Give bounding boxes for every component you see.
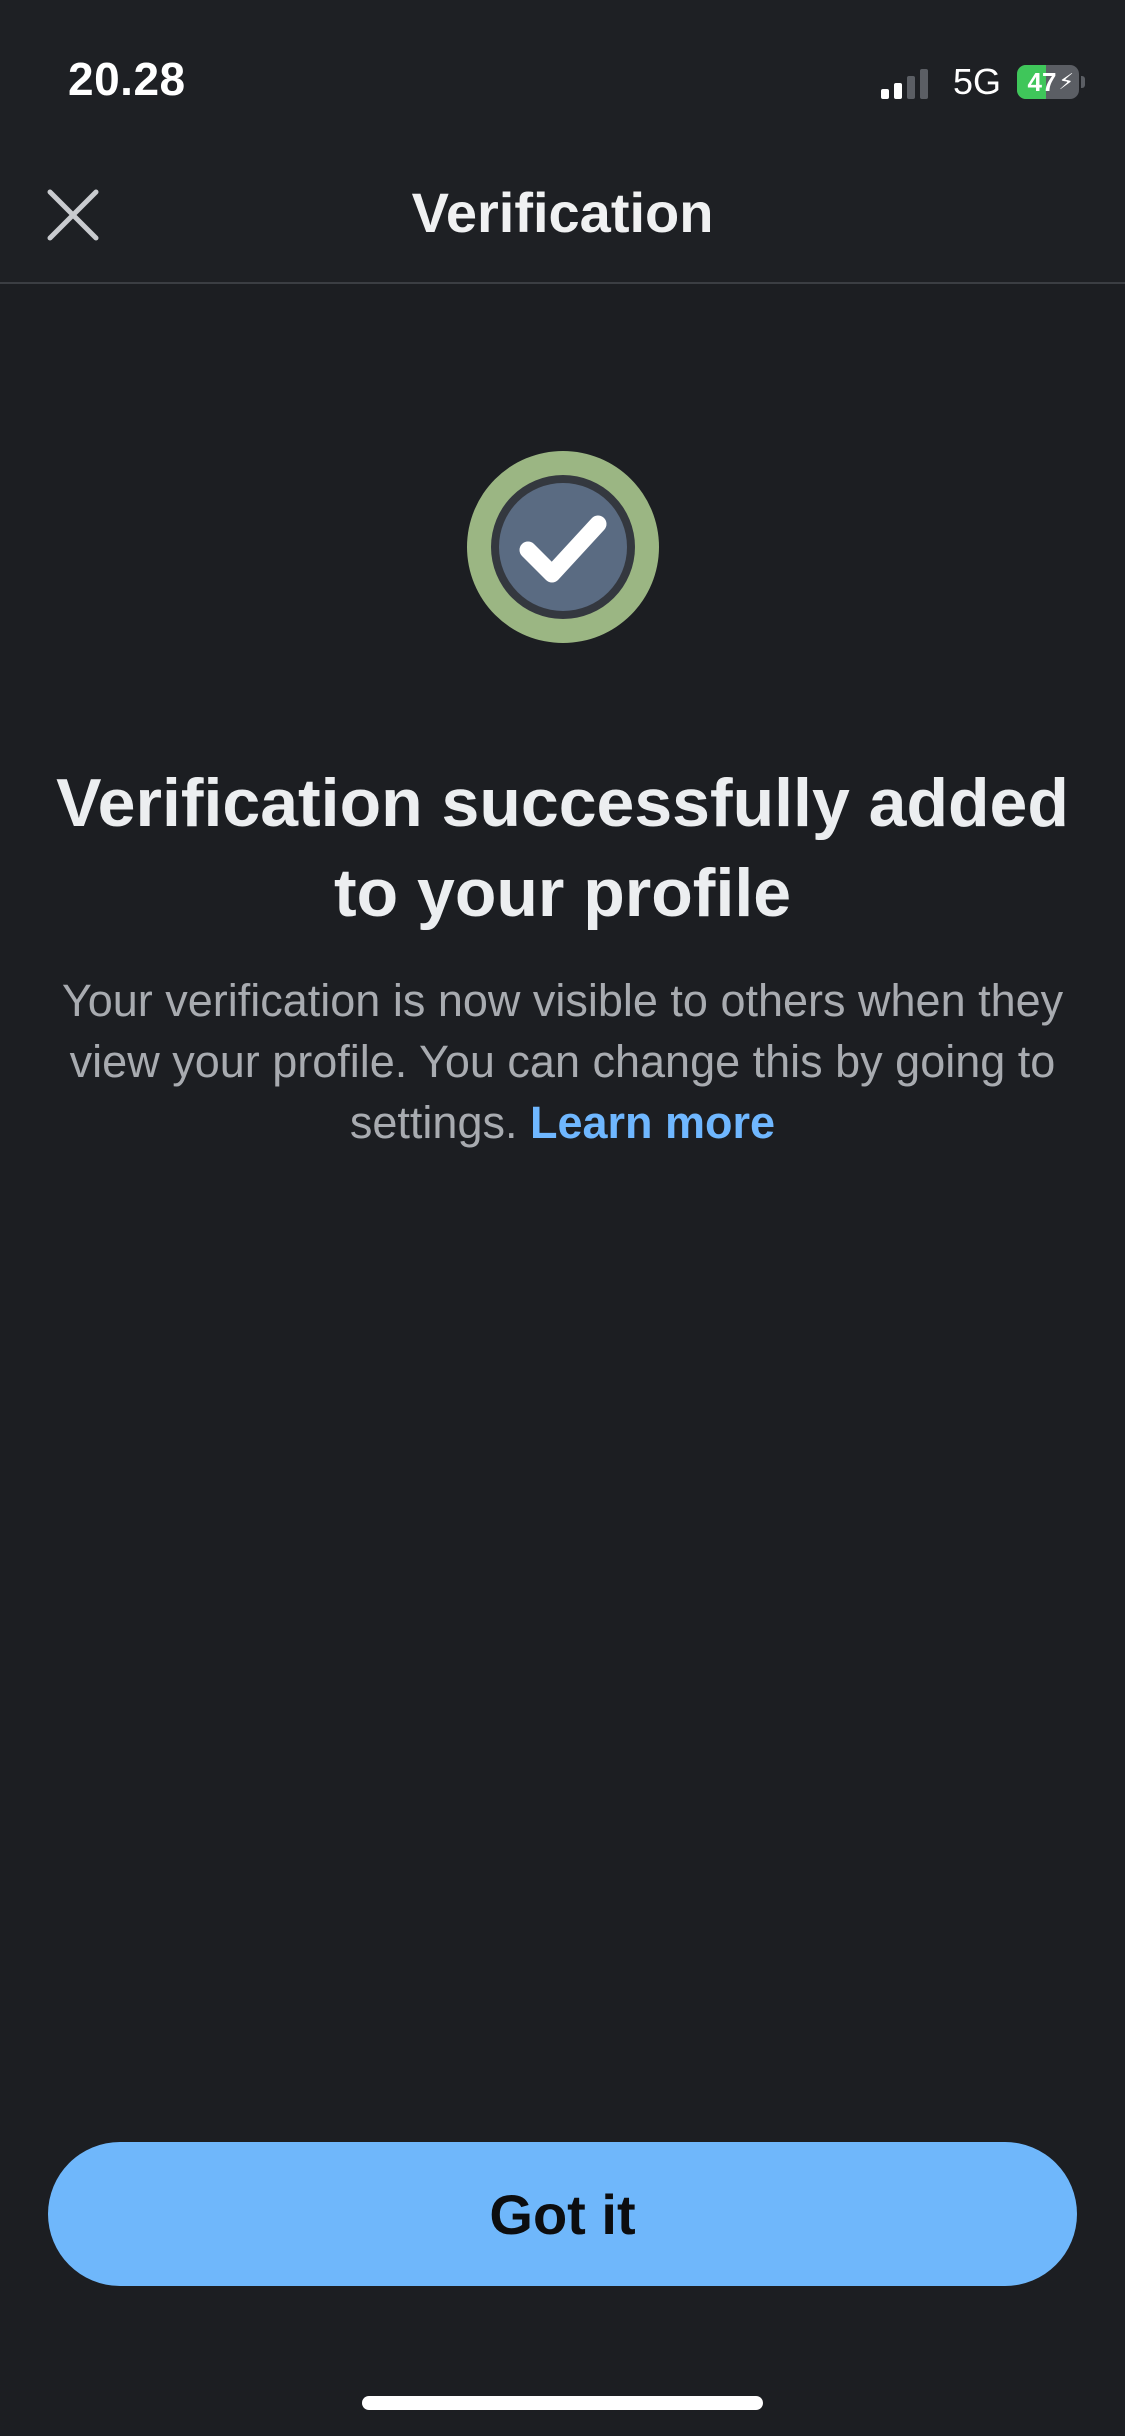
status-time: 20.28 — [68, 53, 186, 105]
battery-icon: 47 ⚡ — [1017, 65, 1079, 99]
page-title: Verification — [411, 181, 714, 244]
status-bar: 20.28 5G 47 ⚡ — [0, 0, 1125, 140]
success-description: Your verification is now visible to othe… — [50, 970, 1075, 1153]
verified-check-icon — [467, 451, 659, 643]
verified-badge — [466, 450, 660, 644]
charging-bolt-icon: ⚡ — [1058, 69, 1074, 94]
home-indicator[interactable] — [362, 2396, 763, 2410]
battery-cap — [1081, 76, 1085, 88]
signal-icon — [880, 65, 933, 99]
success-headline: Verification successfully added to your … — [56, 765, 1069, 931]
status-indicators: 5G 47 ⚡ — [880, 61, 1085, 102]
learn-more-link[interactable]: Learn more — [530, 1097, 775, 1148]
got-it-button[interactable]: Got it — [48, 2142, 1077, 2286]
navigation-bar: Verification — [0, 140, 1125, 284]
network-type: 5G — [952, 61, 1001, 102]
